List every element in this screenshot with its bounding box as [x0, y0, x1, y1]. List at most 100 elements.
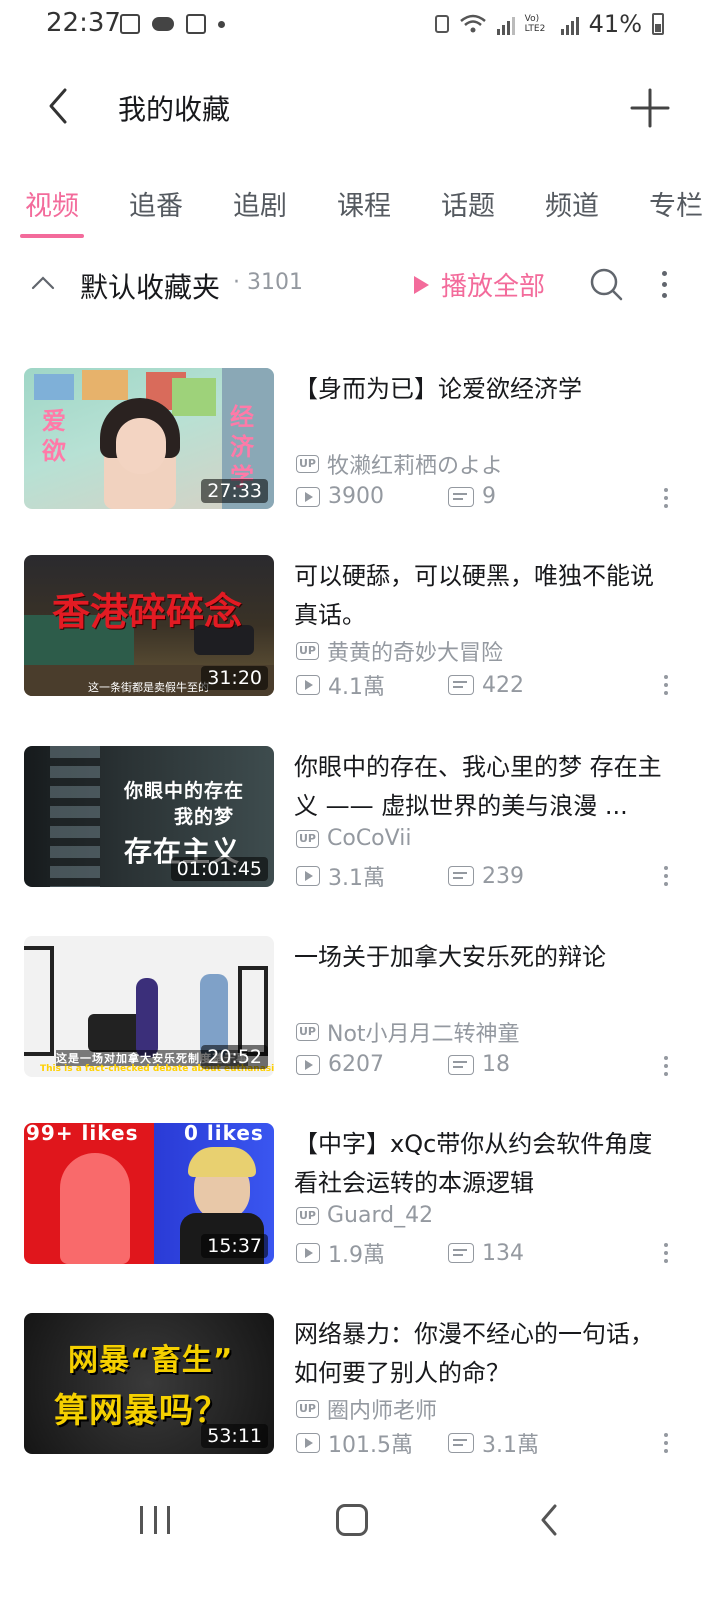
danmaku-count: 3.1萬: [448, 1427, 539, 1459]
video-thumbnail[interactable]: 这是一场对加拿大安乐死制度基于事 This is a fact-checked …: [24, 936, 274, 1077]
video-item[interactable]: 你眼中的存在 我的梦 存在主义 01:01:45 你眼中的存在、我心里的梦 存在…: [0, 746, 720, 896]
tab-video[interactable]: 视频: [0, 168, 104, 240]
video-uploader[interactable]: UP 圈内师老师: [296, 1393, 437, 1425]
video-duration: 53:11: [201, 1424, 268, 1448]
signal-icon: [496, 13, 515, 35]
video-duration: 20:52: [201, 1045, 268, 1069]
video-title[interactable]: 你眼中的存在、我心里的梦 存在主义 —— 虚拟世界的美与浪漫 ...: [294, 748, 674, 826]
video-duration: 01:01:45: [170, 857, 268, 881]
item-more-icon[interactable]: [656, 1429, 676, 1457]
status-time: 22:37: [46, 8, 121, 38]
chevron-up-icon[interactable]: [30, 270, 56, 296]
play-count-icon: [296, 1433, 320, 1453]
video-thumbnail[interactable]: 香港碎碎念 这一条街都是卖假牛至的 31:20: [24, 555, 274, 696]
video-item[interactable]: 香港碎碎念 这一条街都是卖假牛至的 31:20 可以硬舔，可以硬黑，唯独不能说真…: [0, 555, 720, 705]
video-thumbnail[interactable]: 网暴“畜生” 算网暴吗？ 53:11: [24, 1313, 274, 1454]
tab-topic[interactable]: 话题: [416, 168, 520, 240]
video-stats: 3.1萬 239: [296, 860, 524, 892]
video-item[interactable]: 爱 欲 经 济 学 27:33 【身而为已】论爱欲经济学 UP 牧濑红莉栖のよよ…: [0, 368, 720, 518]
gallery-icon: [120, 14, 140, 34]
video-item[interactable]: 99+ likes 0 likes 15:37 【中字】xQc带你从约会软件角度…: [0, 1123, 720, 1273]
video-title[interactable]: 网络暴力：你漫不经心的一句话，如何要了别人的命？: [294, 1315, 674, 1393]
item-more-icon[interactable]: [656, 671, 676, 699]
view-count: 3.1萬: [296, 860, 448, 892]
play-count-icon: [296, 675, 320, 695]
item-more-icon[interactable]: [656, 1239, 676, 1267]
tab-anime[interactable]: 追番: [104, 168, 208, 240]
thumbnail-caption: 99+ likes: [26, 1123, 139, 1145]
video-title[interactable]: 【中字】xQc带你从约会软件角度看社会运转的本源逻辑: [294, 1125, 674, 1203]
danmaku-icon: [448, 1433, 474, 1453]
video-thumbnail[interactable]: 99+ likes 0 likes 15:37: [24, 1123, 274, 1264]
video-stats: 3900 9: [296, 484, 496, 509]
more-notifications-dot-icon: [218, 20, 225, 28]
video-title[interactable]: 一场关于加拿大安乐死的辩论: [294, 938, 674, 977]
folder-row: 默认收藏夹 · 3101 播放全部: [0, 252, 720, 316]
thumbnail-caption: 爱 欲: [42, 407, 67, 465]
danmaku-icon: [448, 866, 474, 886]
danmaku-count: 422: [448, 673, 524, 698]
play-all-button[interactable]: 播放全部: [414, 266, 545, 303]
video-uploader[interactable]: UP 黄黄的奇妙大冒险: [296, 635, 503, 667]
folder-name[interactable]: 默认收藏夹: [80, 266, 220, 306]
danmaku-icon: [448, 675, 474, 695]
plus-icon[interactable]: [626, 84, 674, 132]
tab-channel[interactable]: 频道: [520, 168, 624, 240]
thumbnail-caption: 你眼中的存在: [124, 780, 245, 802]
video-item[interactable]: 这是一场对加拿大安乐死制度基于事 This is a fact-checked …: [0, 936, 720, 1086]
search-icon[interactable]: [588, 266, 624, 302]
video-duration: 15:37: [201, 1234, 268, 1258]
thumbnail-caption: 香港碎碎念: [52, 589, 243, 634]
battery-icon: [652, 13, 664, 35]
thumbnail-subtitle: 这一条街都是卖假牛至的: [88, 681, 209, 694]
item-more-icon[interactable]: [656, 862, 676, 890]
video-title[interactable]: 【身而为已】论爱欲经济学: [294, 370, 674, 409]
video-uploader[interactable]: UP Not小月月二转神童: [296, 1016, 520, 1048]
video-uploader[interactable]: UP 牧濑红莉栖のよよ: [296, 448, 503, 480]
up-badge-icon: UP: [296, 642, 319, 660]
danmaku-count: 18: [448, 1052, 510, 1077]
home-icon[interactable]: [336, 1504, 368, 1536]
tab-course[interactable]: 课程: [312, 168, 416, 240]
view-count: 101.5萬: [296, 1427, 448, 1459]
tab-drama[interactable]: 追剧: [208, 168, 312, 240]
video-item[interactable]: 网暴“畜生” 算网暴吗？ 53:11 网络暴力：你漫不经心的一句话，如何要了别人…: [0, 1313, 720, 1463]
up-badge-icon: UP: [296, 455, 319, 473]
video-thumbnail[interactable]: 爱 欲 经 济 学 27:33: [24, 368, 274, 509]
thumbnail-caption: 0 likes: [184, 1123, 264, 1145]
danmaku-icon: [448, 1243, 474, 1263]
danmaku-icon: [448, 486, 474, 507]
status-bar: 22:37 Vo) LTE2 41%: [0, 0, 720, 52]
video-uploader[interactable]: UP Guard_42: [296, 1203, 433, 1228]
up-badge-icon: UP: [296, 1400, 319, 1418]
uploader-name: Guard_42: [327, 1203, 434, 1228]
play-count-icon: [296, 1054, 320, 1075]
video-title[interactable]: 可以硬舔，可以硬黑，唯独不能说真话。: [294, 557, 674, 635]
folder-count: · 3101: [233, 270, 303, 295]
header: 我的收藏: [0, 60, 720, 156]
uploader-name: CoCoVii: [327, 826, 412, 851]
battery-percent: 41%: [588, 10, 642, 38]
video-uploader[interactable]: UP CoCoVii: [296, 826, 411, 851]
recent-apps-icon[interactable]: [140, 1506, 170, 1536]
uploader-name: 圈内师老师: [327, 1399, 438, 1424]
chevron-left-icon: [49, 88, 67, 124]
play-count-icon: [296, 486, 320, 507]
page-title: 我的收藏: [118, 93, 231, 126]
tab-column[interactable]: 专栏: [624, 168, 720, 240]
video-thumbnail[interactable]: 你眼中的存在 我的梦 存在主义 01:01:45: [24, 746, 274, 887]
more-options-icon[interactable]: [650, 266, 678, 302]
lock-icon: [434, 15, 449, 33]
item-more-icon[interactable]: [656, 1052, 676, 1080]
system-icons: Vo) LTE2 41%: [434, 10, 664, 38]
notification-icons: [120, 14, 225, 34]
item-more-icon[interactable]: [656, 484, 676, 512]
back-button[interactable]: [36, 82, 80, 130]
network-label: Vo) LTE2: [524, 14, 546, 34]
up-badge-icon: UP: [296, 829, 319, 848]
uploader-name: 牧濑红莉栖のよよ: [327, 454, 504, 479]
video-duration: 27:33: [201, 479, 268, 503]
cloud-icon: [152, 17, 174, 31]
back-nav-icon[interactable]: [536, 1502, 562, 1538]
view-count: 4.1萬: [296, 669, 448, 701]
